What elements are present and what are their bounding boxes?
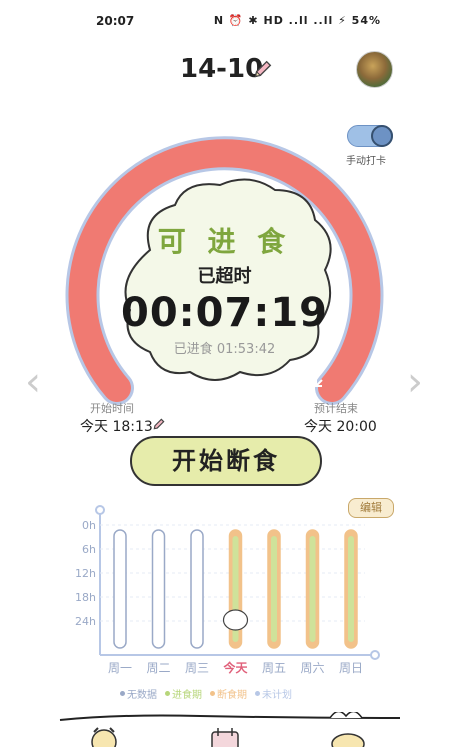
calendar-nav-icon[interactable] <box>211 728 239 747</box>
legend-label: 未计划 <box>262 690 292 701</box>
legend-dot <box>210 691 215 696</box>
y-tick-label: 6h <box>82 543 96 556</box>
legend-dot <box>120 691 125 696</box>
legend-item: 断食期 <box>210 686 247 701</box>
legend-item: 无数据 <box>120 686 157 701</box>
eaten-duration: 已进食 01:53:42 <box>173 342 276 357</box>
x-tick-label: 今天 <box>222 660 248 675</box>
x-tick-label: 周日 <box>339 661 363 675</box>
bar-3 <box>190 529 204 649</box>
legend-item: 未计划 <box>255 686 292 701</box>
x-tick-label: 周二 <box>146 661 170 675</box>
start-time-value[interactable]: 今天 18:13 <box>80 416 153 436</box>
x-tick-label: 周六 <box>300 661 324 675</box>
legend-label: 无数据 <box>127 690 157 701</box>
timer: 00:07:19 <box>121 290 328 336</box>
alarm-clock-nav-icon[interactable] <box>91 727 117 747</box>
bar-2 <box>151 529 166 649</box>
avatar[interactable] <box>356 51 393 88</box>
end-time-value: 今天 20:00 <box>304 419 377 435</box>
legend-item: 进食期 <box>165 686 202 701</box>
header-date[interactable]: 14-10 <box>180 54 263 84</box>
chart-legend: 无数据 进食期 断食期 未计划 <box>120 686 350 701</box>
legend-dot <box>165 691 170 696</box>
bar-eating-segment-5 <box>271 536 277 642</box>
start-time-label: 开始时间 <box>90 402 134 415</box>
edit-pencil-icon[interactable] <box>252 58 274 80</box>
y-tick-label: 18h <box>75 591 96 604</box>
bottom-nav <box>59 712 401 747</box>
next-arrow-icon[interactable]: › <box>400 362 430 402</box>
y-tick-label: 12h <box>75 567 96 580</box>
bar-eating-segment-6 <box>309 536 316 642</box>
weekly-chart: 0h 6h 12h 18h 24h 周一 周二 周三 今天 周五 周六 周日 <box>75 505 380 675</box>
legend-label: 断食期 <box>217 690 247 701</box>
status-text: 可 进 食 <box>157 225 292 258</box>
cat-nav-icon[interactable] <box>331 733 365 747</box>
y-tick-label: 0h <box>82 519 96 532</box>
legend-dot <box>255 691 260 696</box>
y-axis-cap <box>95 505 105 515</box>
end-time-label: 预计结束 <box>314 402 358 415</box>
legend-label: 进食期 <box>172 690 202 701</box>
start-fasting-button[interactable]: 开始断食 <box>130 436 322 486</box>
prev-arrow-icon[interactable]: ‹ <box>18 362 48 402</box>
edit-start-time-icon[interactable] <box>152 417 166 431</box>
status-icons: N ⏰ ✱ HD ..ll ..ll ⚡ 54% <box>213 14 381 27</box>
x-axis-cap <box>370 650 380 660</box>
cat-sticker-icon <box>222 609 249 631</box>
cat-ears-icon <box>329 712 363 719</box>
x-tick-label: 周五 <box>262 661 286 675</box>
x-tick-label: 周一 <box>108 661 132 675</box>
x-tick-label: 周三 <box>185 661 209 675</box>
bar-1 <box>113 529 127 649</box>
bar-eating-segment-7 <box>348 536 354 642</box>
overtime-label: 已超时 <box>197 266 252 287</box>
status-time: 20:07 <box>96 14 135 28</box>
y-tick-label: 24h <box>75 615 96 628</box>
status-bar: 20:07 N ⏰ ✱ HD ..ll ..ll ⚡ 54% <box>0 0 449 40</box>
